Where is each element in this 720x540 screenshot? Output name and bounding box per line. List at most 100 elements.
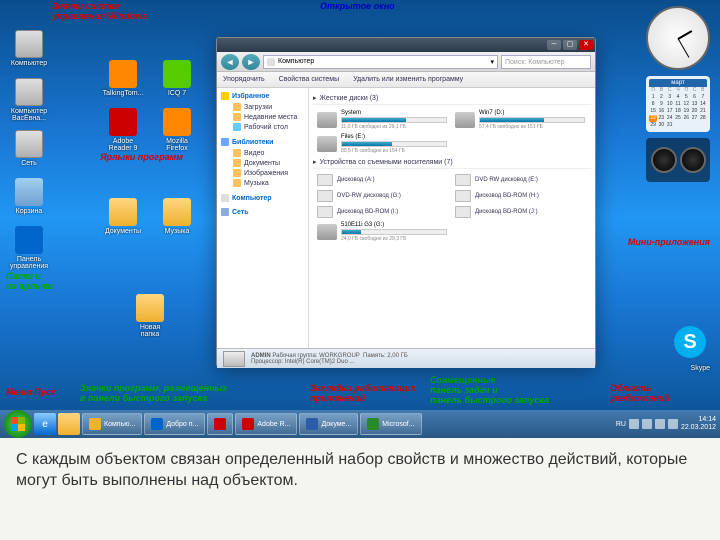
taskbar-app-button[interactable]: Microsof... xyxy=(360,413,421,435)
sidebar-video[interactable]: Видео xyxy=(221,148,304,158)
desktop: Значки систем управления Windows Открыто… xyxy=(0,0,720,438)
address-bar[interactable]: Компьютер ▾ xyxy=(263,55,498,69)
minimize-button[interactable]: ─ xyxy=(547,40,561,50)
icon-network[interactable]: Сеть xyxy=(4,130,54,167)
label-open-window: Открытое окно xyxy=(320,2,395,12)
sidebar-docs[interactable]: Документы xyxy=(221,158,304,168)
close-button[interactable]: ✕ xyxy=(579,40,593,50)
titlebar[interactable]: ─ ▢ ✕ xyxy=(217,38,595,52)
device-item[interactable]: DVD-RW дисковод (G:) xyxy=(317,190,447,202)
drive-item[interactable]: 510E11i G3 (G:)24,0 ГБ свободно из 29,3 … xyxy=(317,222,447,242)
sidebar-music[interactable]: Музыка xyxy=(221,178,304,188)
toolbar-uninstall[interactable]: Удалить или изменить программу xyxy=(353,76,463,83)
calendar-gadget[interactable]: март ПВСЧПСВ1234567891011121314151617181… xyxy=(646,76,710,132)
network-icon xyxy=(221,208,229,216)
sidebar-favorites[interactable]: Избранное xyxy=(221,92,304,100)
label-mini-apps: Мини-приложения xyxy=(628,238,710,248)
label-system-icons: Значки систем управления Windows xyxy=(52,2,147,22)
sidebar-network[interactable]: Сеть xyxy=(221,208,304,216)
icon-icq[interactable]: ICQ 7 xyxy=(152,60,202,97)
icon-mycomputer[interactable]: Компьютер ВасЁвна... xyxy=(4,78,54,122)
skype-icon[interactable]: S xyxy=(674,326,706,358)
taskbar-app-button[interactable]: Adobe R... xyxy=(235,413,297,435)
chevron-down-icon[interactable]: ▾ xyxy=(490,58,494,66)
system-tray: RU 14:1422.03.2012 xyxy=(616,416,716,431)
tray-icon[interactable] xyxy=(629,419,639,429)
tray-icon[interactable] xyxy=(642,419,652,429)
icon-firefox[interactable]: Mozilla Firefox xyxy=(152,108,202,152)
folder-icon xyxy=(233,179,241,187)
search-input[interactable]: Поиск: Компьютер xyxy=(501,55,591,69)
taskbar-app-button[interactable]: Добро п... xyxy=(144,413,205,435)
icon-control-panel[interactable]: Панель управления xyxy=(4,226,54,270)
sidebar-recent[interactable]: Недавние места xyxy=(221,112,304,122)
sidebar-computer[interactable]: Компьютер xyxy=(221,194,304,202)
app-icon xyxy=(242,418,254,430)
sidebar-libraries[interactable]: Библиотеки xyxy=(221,138,304,146)
taskbar-app-button[interactable]: Компью... xyxy=(82,413,142,435)
label-quick-launch: Значки программ, размещенных в панели бы… xyxy=(80,384,227,404)
icon-adobe-reader[interactable]: Adobe Reader 9 xyxy=(98,108,148,152)
taskbar-app-button[interactable] xyxy=(207,413,233,435)
taskbar-app-button[interactable]: Докуме... xyxy=(299,413,358,435)
clock-minute-hand xyxy=(678,38,690,58)
forward-button[interactable]: ► xyxy=(242,54,260,70)
drive-icon xyxy=(317,136,337,152)
nav-bar: ◄ ► Компьютер ▾ Поиск: Компьютер xyxy=(217,52,595,72)
taskbar: e Компью...Добро п... Adobe R...Докуме...… xyxy=(0,410,720,438)
icon-talkingtom[interactable]: TalkingTom... xyxy=(98,60,148,97)
device-icon xyxy=(455,190,471,202)
drive-item[interactable]: System11,0 ГБ свободно из 29,1 ГБ xyxy=(317,110,447,130)
device-item[interactable]: Дисковод BD-ROM (H:) xyxy=(455,190,585,202)
device-item[interactable]: DVD RW дисковод (E:) xyxy=(455,174,585,186)
maximize-button[interactable]: ▢ xyxy=(563,40,577,50)
device-item[interactable]: Дисковод (A:) xyxy=(317,174,447,186)
label-folders: Папки и их ярлыки xyxy=(6,272,53,292)
toolbar: Упорядочить Свойства системы Удалить или… xyxy=(217,72,595,88)
toolbar-organize[interactable]: Упорядочить xyxy=(223,76,265,83)
clock-gadget[interactable] xyxy=(646,6,710,70)
device-icon xyxy=(455,206,471,218)
section-drives[interactable]: ▸ Жесткие диски (3) xyxy=(313,92,591,105)
icon-music[interactable]: Музыка xyxy=(152,198,202,235)
cpu-gauge-icon xyxy=(651,147,677,173)
start-button[interactable] xyxy=(4,410,32,438)
computer-icon xyxy=(267,58,275,66)
icon-recycle-bin[interactable]: Корзина xyxy=(4,178,54,215)
library-icon xyxy=(221,138,229,146)
quick-ie[interactable]: e xyxy=(34,413,56,435)
lang-indicator[interactable]: RU xyxy=(616,421,626,428)
app-icon xyxy=(151,418,163,430)
device-icon xyxy=(455,174,471,186)
device-item[interactable]: Дисковод BD-ROM (I:) xyxy=(317,206,447,218)
sidebar-desktop[interactable]: Рабочий стол xyxy=(221,122,304,132)
icon-computer[interactable]: Компьютер xyxy=(4,30,54,67)
section-devices[interactable]: ▸ Устройства со съемными носителями (7) xyxy=(313,156,591,169)
folder-icon xyxy=(233,169,241,177)
device-icon xyxy=(317,174,333,186)
clock-hour-hand xyxy=(678,30,693,40)
drive-item[interactable]: Win7 (D:)57,4 ГБ свободно из 151 ГБ xyxy=(455,110,585,130)
drive-icon xyxy=(317,224,337,240)
toolbar-properties[interactable]: Свойства системы xyxy=(279,76,339,83)
taskbar-clock[interactable]: 14:1422.03.2012 xyxy=(681,416,716,431)
cpu-gadget[interactable] xyxy=(646,138,710,182)
icon-new-folder[interactable]: Новая папка xyxy=(125,294,175,338)
folder-icon xyxy=(233,113,241,121)
device-item[interactable]: Дисковод BD-ROM (J:) xyxy=(455,206,585,218)
star-icon xyxy=(221,92,229,100)
app-icon xyxy=(214,418,226,430)
desktop-icon xyxy=(233,123,241,131)
back-button[interactable]: ◄ xyxy=(221,54,239,70)
quick-explorer[interactable] xyxy=(58,413,80,435)
drive-item[interactable]: Files (E:)80,5 ГБ свободно из 154 ГБ xyxy=(317,134,447,154)
sidebar-downloads[interactable]: Загрузки xyxy=(221,102,304,112)
icon-documents[interactable]: Документы xyxy=(98,198,148,235)
address-text: Компьютер xyxy=(278,58,314,65)
device-icon xyxy=(317,190,333,202)
sidebar-pics[interactable]: Изображения xyxy=(221,168,304,178)
tray-volume-icon[interactable] xyxy=(655,419,665,429)
label-shortcuts: Ярлыки программ xyxy=(100,153,183,163)
folder-icon xyxy=(233,103,241,111)
tray-network-icon[interactable] xyxy=(668,419,678,429)
